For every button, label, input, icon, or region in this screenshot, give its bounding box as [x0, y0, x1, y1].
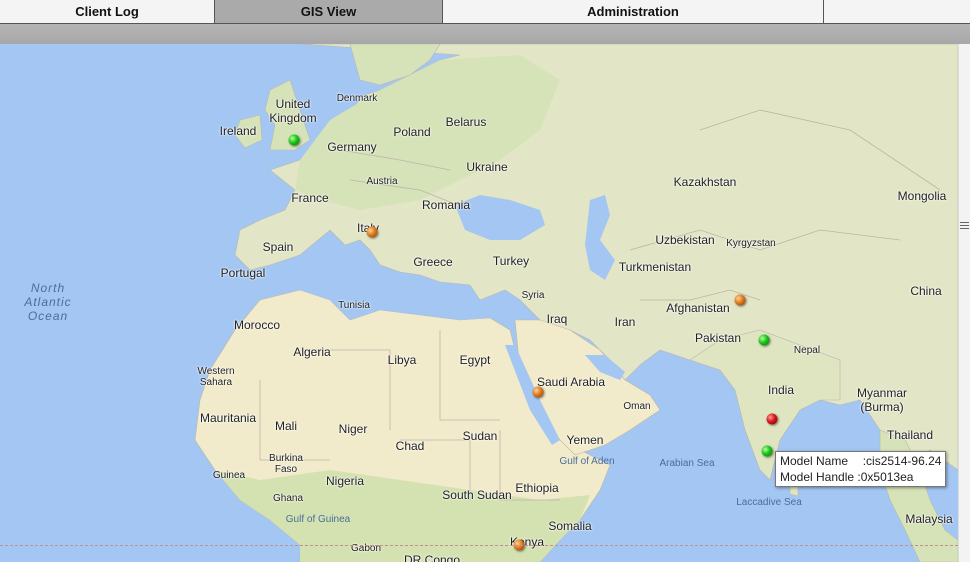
label-iran: Iran [614, 315, 636, 329]
tooltip-model-handle-value: :0x5013ea [857, 470, 914, 484]
toolbar-strip [0, 24, 970, 44]
label-greece: Greece [413, 255, 453, 269]
tooltip-model-name-row: Model Name :cis2514-96.24 [780, 453, 941, 469]
label-united-kingdom: United Kingdom [269, 97, 317, 125]
label-portugal: Portugal [220, 266, 266, 280]
model-tooltip: Model Name :cis2514-96.24 Model Handle :… [775, 451, 947, 487]
device-marker-pakistan[interactable] [758, 334, 770, 346]
label-sudan: Sudan [462, 429, 498, 443]
label-western-sahara: Western Sahara [197, 366, 235, 388]
label-morocco: Morocco [233, 318, 281, 332]
label-mali: Mali [274, 419, 298, 433]
label-gulf-of-aden: Gulf of Aden [559, 456, 615, 467]
label-north-atlantic-ocean: North Atlantic Ocean [24, 281, 72, 323]
label-poland: Poland [393, 125, 431, 139]
label-india: India [767, 383, 795, 397]
device-marker-afghanistan[interactable] [734, 294, 746, 306]
label-ethiopia: Ethiopia [515, 481, 559, 495]
label-somalia: Somalia [548, 519, 592, 533]
device-marker-italy[interactable] [366, 226, 378, 238]
label-dr-congo: DR Congo [403, 553, 461, 562]
label-egypt: Egypt [459, 353, 491, 367]
tab-gis-view[interactable]: GIS View [215, 0, 443, 23]
label-iraq: Iraq [546, 312, 568, 326]
label-arabian-sea: Arabian Sea [659, 458, 715, 469]
label-chad: Chad [395, 439, 425, 453]
label-turkey: Turkey [492, 254, 530, 268]
label-nepal: Nepal [793, 345, 821, 356]
label-ghana: Ghana [272, 493, 304, 504]
splitter-grip-icon[interactable] [960, 222, 969, 234]
label-guinea: Guinea [212, 470, 246, 481]
label-turkmenistan: Turkmenistan [618, 260, 692, 274]
label-ireland: Ireland [219, 124, 257, 138]
device-marker-india-central[interactable] [766, 413, 778, 425]
tab-extra[interactable] [824, 0, 970, 23]
label-gulf-of-guinea: Gulf of Guinea [285, 514, 351, 525]
label-syria: Syria [521, 290, 545, 301]
tab-client-log[interactable]: Client Log [0, 0, 215, 23]
device-marker-india-south[interactable] [761, 445, 773, 457]
label-china: China [910, 284, 942, 298]
tooltip-model-name-value: :cis2514-96.24 [862, 454, 942, 468]
label-malaysia: Malaysia [905, 512, 953, 526]
map-boundary-line [0, 545, 958, 546]
label-yemen: Yemen [566, 433, 604, 447]
label-romania: Romania [421, 198, 471, 212]
tooltip-model-handle-row: Model Handle :0x5013ea [780, 469, 941, 485]
tooltip-model-name-label: Model Name [780, 454, 849, 468]
device-marker-saudi-arabia[interactable] [532, 386, 544, 398]
label-mauritania: Mauritania [199, 411, 257, 425]
label-germany: Germany [327, 140, 377, 154]
vertical-scrollbar[interactable] [958, 44, 970, 562]
label-nigeria: Nigeria [325, 474, 365, 488]
label-france: France [291, 191, 329, 205]
label-austria: Austria [366, 176, 398, 187]
tooltip-model-handle-label: Model Handle [780, 470, 855, 484]
label-niger: Niger [338, 422, 368, 436]
label-denmark: Denmark [336, 93, 378, 104]
label-ukraine: Ukraine [466, 160, 508, 174]
tab-administration[interactable]: Administration [443, 0, 824, 23]
label-mongolia: Mongolia [897, 189, 947, 203]
label-algeria: Algeria [293, 345, 331, 359]
label-saudi-arabia: Saudi Arabia [536, 375, 606, 389]
tab-bar: Client Log GIS View Administration [0, 0, 970, 24]
label-thailand: Thailand [886, 428, 934, 442]
label-laccadive-sea: Laccadive Sea [736, 497, 802, 508]
label-kazakhstan: Kazakhstan [673, 175, 737, 189]
label-spain: Spain [262, 240, 294, 254]
device-marker-uk[interactable] [288, 134, 300, 146]
label-oman: Oman [623, 401, 651, 412]
label-tunisia: Tunisia [338, 300, 370, 311]
label-afghanistan: Afghanistan [666, 301, 730, 315]
label-myanmar: Myanmar (Burma) [856, 386, 908, 414]
label-kyrgyzstan: Kyrgyzstan [726, 238, 776, 249]
label-libya: Libya [387, 353, 417, 367]
label-uzbekistan: Uzbekistan [655, 233, 715, 247]
label-burkina-faso: Burkina Faso [269, 453, 303, 475]
label-belarus: Belarus [445, 115, 487, 129]
label-south-sudan: South Sudan [442, 488, 512, 502]
label-pakistan: Pakistan [694, 331, 742, 345]
